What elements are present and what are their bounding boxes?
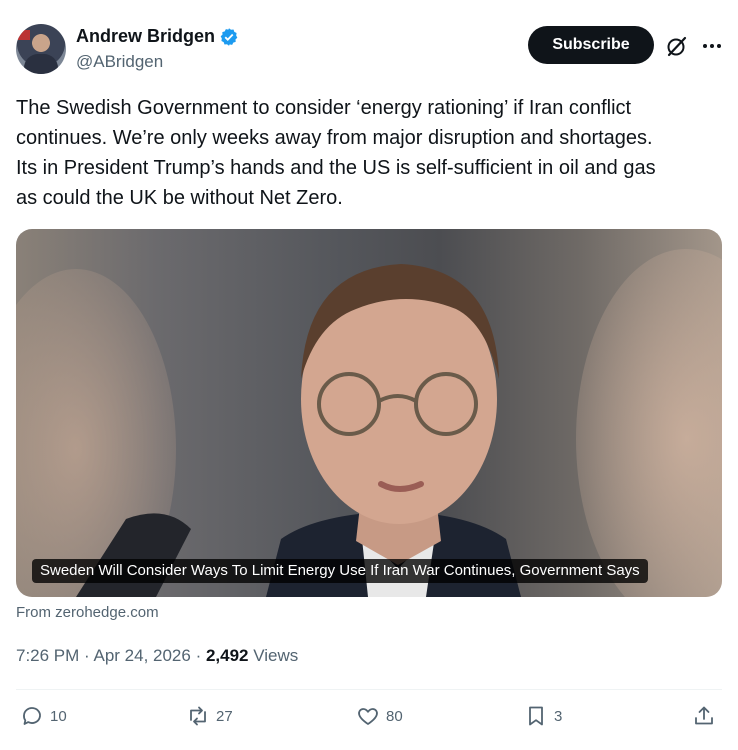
tweet-text-line: The Swedish Government to consider ‘ener…	[16, 97, 632, 119]
bookmark-button[interactable]: 3	[524, 704, 562, 728]
tweet-time[interactable]: 7:26 PM	[16, 646, 79, 665]
views-count: 2,492	[205, 646, 249, 665]
avatar-flag-detail	[18, 30, 30, 40]
subscribe-button[interactable]: Subscribe	[528, 26, 654, 64]
link-source[interactable]: From zerohedge.com	[16, 604, 159, 621]
author-name[interactable]: Andrew Bridgen	[76, 26, 215, 47]
repost-button[interactable]: 27	[186, 704, 233, 728]
avatar-suit-detail	[24, 54, 58, 74]
meta-separator: ·	[79, 646, 94, 665]
tweet-meta: 7:26 PM · Apr 24, 2026 · 2,492 Views	[16, 646, 298, 666]
reply-count: 10	[50, 707, 67, 725]
more-icon[interactable]	[700, 34, 724, 58]
meta-separator: ·	[190, 646, 206, 665]
bookmark-icon	[529, 706, 543, 726]
like-button[interactable]: 80	[356, 704, 403, 728]
reply-button[interactable]: 10	[20, 704, 67, 728]
verified-badge-icon	[220, 27, 238, 46]
share-icon	[695, 706, 713, 725]
tweet-text-line: continues. We’re only weeks away from ma…	[16, 127, 653, 149]
tweet-date[interactable]: Apr 24, 2026	[93, 646, 190, 665]
divider	[16, 689, 722, 690]
author-handle[interactable]: @ABridgen	[76, 52, 163, 72]
grok-icon[interactable]	[665, 34, 689, 58]
like-count: 80	[386, 707, 403, 725]
tweet-text-line: as could the UK be without Net Zero.	[16, 187, 343, 209]
bookmark-count: 3	[554, 707, 563, 725]
author-name-row: Andrew Bridgen	[76, 26, 239, 47]
reply-icon	[23, 707, 41, 725]
heart-icon	[358, 708, 378, 725]
tweet-text-line: Its in President Trump’s hands and the U…	[16, 157, 656, 179]
share-button[interactable]	[692, 704, 722, 728]
news-photo-person	[76, 264, 521, 597]
avatar[interactable]	[16, 24, 66, 74]
repost-count: 27	[216, 707, 233, 725]
link-card-title: Sweden Will Consider Ways To Limit Energ…	[32, 559, 648, 583]
tweet-header: Andrew Bridgen @ABridgen Subscribe	[16, 24, 722, 76]
tweet-text: The Swedish Government to consider ‘ener…	[16, 93, 728, 213]
action-bar: 10 27 80 3	[16, 704, 722, 736]
views-label: Views	[248, 646, 299, 665]
link-card-image[interactable]: Sweden Will Consider Ways To Limit Energ…	[16, 229, 722, 597]
repost-icon	[190, 706, 206, 726]
